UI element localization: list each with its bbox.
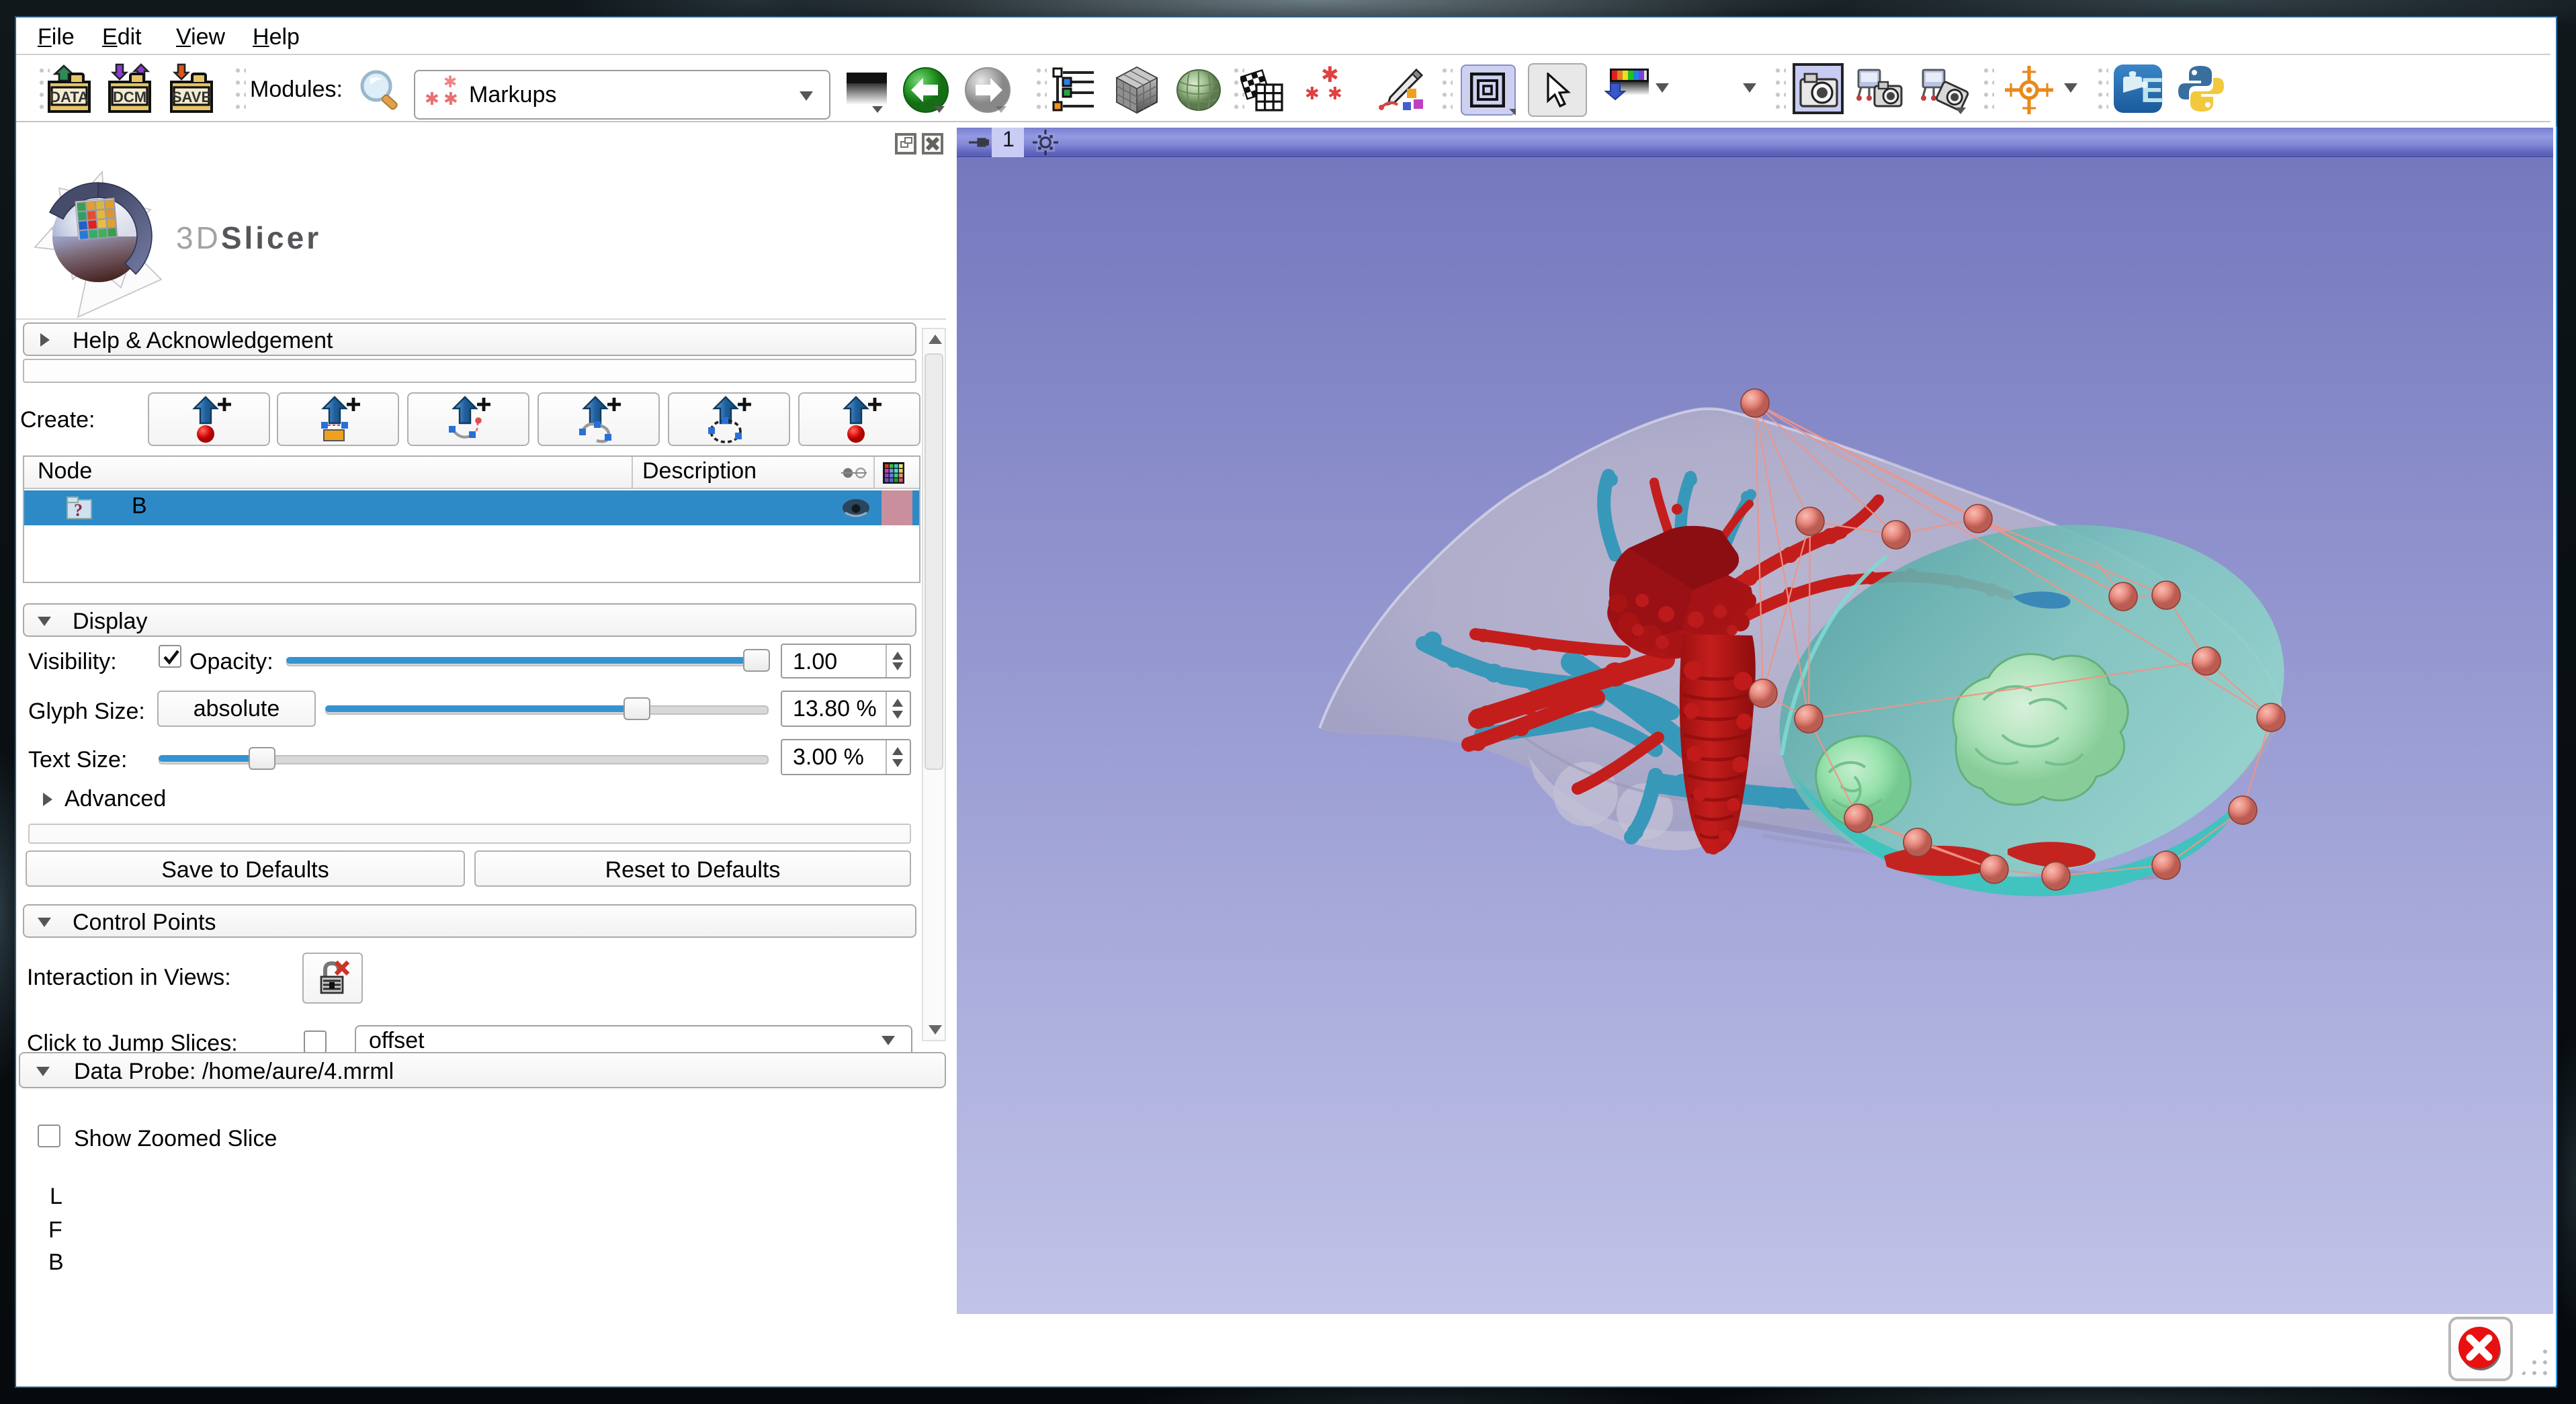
svg-text:DATA: DATA	[50, 89, 89, 105]
svg-text:DCM: DCM	[113, 89, 146, 105]
svg-text:?: ?	[74, 500, 83, 520]
svg-text:SAVE: SAVE	[172, 89, 211, 105]
svg-text:E: E	[2141, 71, 2163, 110]
